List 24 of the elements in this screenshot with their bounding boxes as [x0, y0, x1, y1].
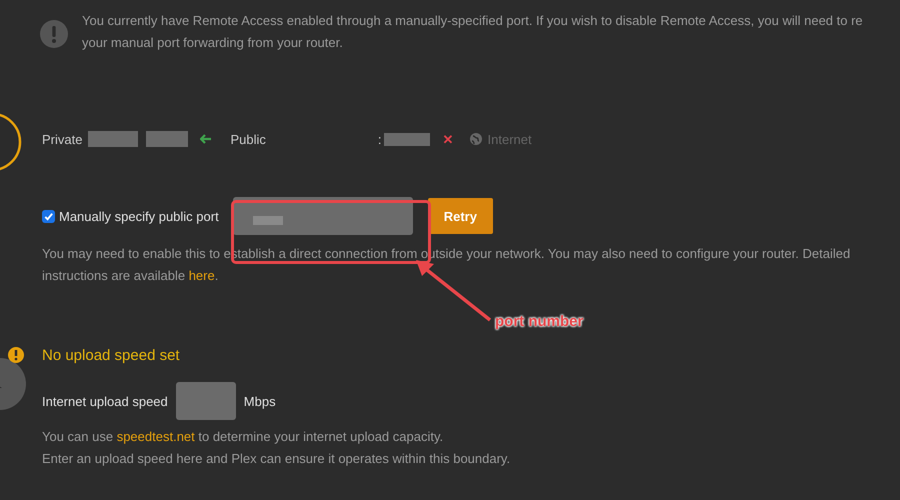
- redacted-address: [88, 131, 138, 147]
- left-arrow-icon: [200, 134, 212, 144]
- upload-speed-label: Internet upload speed: [42, 394, 168, 408]
- public-label: Public: [230, 132, 266, 146]
- upload-warning-heading: No upload speed set: [42, 347, 181, 364]
- speedtest-text: You can use speedtest.net to determine your internet upload capacity.: [42, 428, 444, 446]
- unit-label: Mbps: [244, 394, 276, 408]
- checkbox[interactable]: [42, 210, 55, 222]
- private-label: Private: [42, 132, 82, 146]
- internet-label: Internet: [488, 132, 532, 146]
- speedtest-link[interactable]: speedtest.net: [116, 429, 195, 444]
- error-mark: ✕: [442, 132, 454, 146]
- checkbox-label: Manually specify public port: [59, 208, 219, 224]
- annotation-label: port number: [495, 313, 584, 330]
- upload-help-text: Enter an upload speed here and Plex can ensure it operates within this boundary.: [42, 450, 512, 468]
- upload-speed-field[interactable]: [176, 382, 236, 420]
- redacted-address: [146, 131, 188, 147]
- globe-icon: [470, 133, 482, 145]
- port-separator: :: [378, 132, 382, 146]
- port-input-field[interactable]: [232, 197, 413, 235]
- here-link[interactable]: here: [188, 268, 215, 283]
- notice-text: You currently have Remote Access enabled through a manually-specified port. If you wish to disable Remote Access, you will need to re your manual port forwarding from your router.: [82, 12, 864, 52]
- exclamation-icon: [40, 20, 68, 48]
- redacted-port: [384, 132, 430, 146]
